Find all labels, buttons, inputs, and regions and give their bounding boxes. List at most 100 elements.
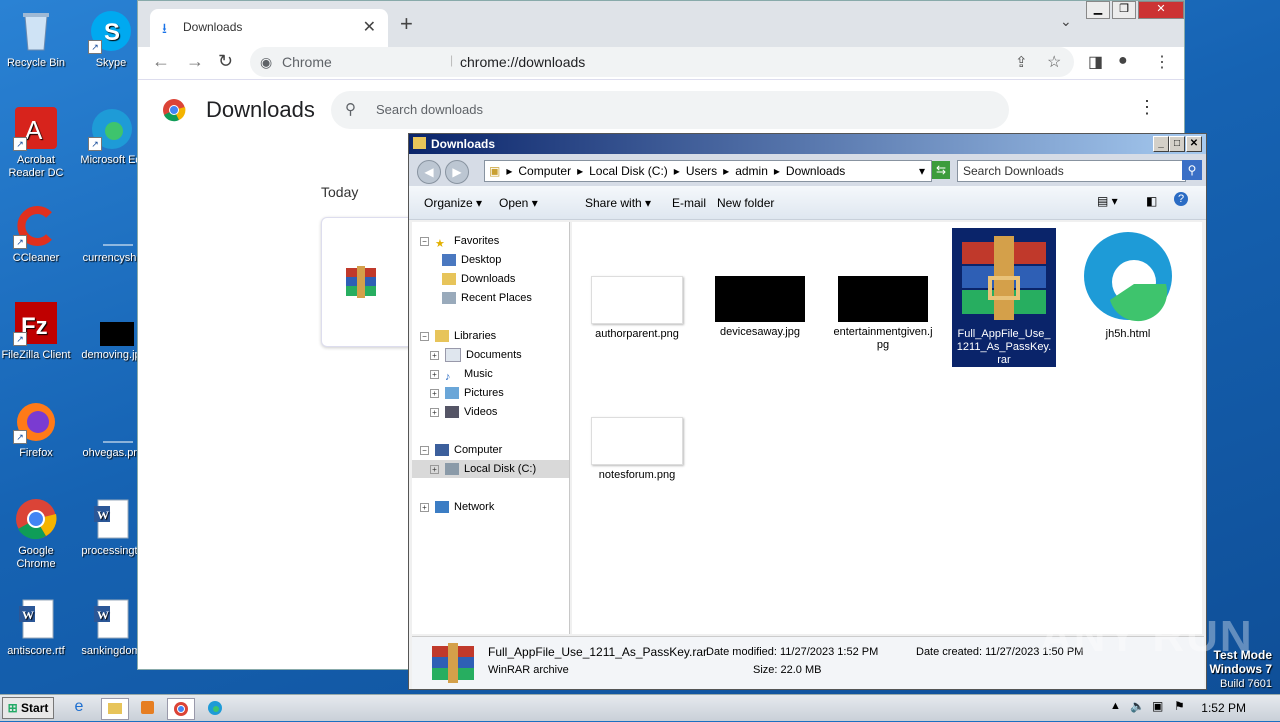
desktop-icon-ccleaner[interactable]: ↗ CCleaner	[0, 203, 72, 265]
nav-desktop[interactable]: Desktop	[442, 251, 501, 269]
open-button[interactable]: Open ▾	[499, 196, 538, 210]
view-options-icon[interactable]: ▤ ▾	[1097, 194, 1118, 208]
share-with-button[interactable]: Share with ▾	[585, 196, 651, 210]
tab-search-chevron-icon[interactable]: ⌄	[1060, 13, 1072, 30]
collapse-icon[interactable]: −	[420, 331, 429, 341]
nav-label: Downloads	[461, 273, 516, 285]
desktop-icon-firefox[interactable]: ↗ Firefox	[0, 398, 72, 460]
refresh-icon[interactable]: ⇆	[932, 161, 950, 179]
taskbar-clock[interactable]: 1:52 PM	[1201, 701, 1246, 715]
network-tray-icon[interactable]: ▣	[1152, 699, 1163, 713]
new-tab-button[interactable]: +	[400, 11, 413, 37]
downloads-more-icon[interactable]: ⋮	[1138, 97, 1156, 118]
profile-avatar-icon[interactable]: ●	[1118, 52, 1128, 70]
organize-button[interactable]: Organize ▾	[424, 196, 482, 210]
media-player-icon[interactable]	[136, 698, 158, 718]
omnibox[interactable]: ◉ Chrome | chrome://downloads ⇪ ☆	[250, 47, 1074, 77]
tab-downloads[interactable]: ⭳ Downloads ✕	[150, 9, 388, 47]
nav-documents[interactable]: + Documents	[430, 346, 522, 364]
file-item[interactable]: notesforum.png	[586, 417, 688, 482]
reload-icon[interactable]: ↻	[218, 51, 233, 72]
expand-icon[interactable]: +	[420, 502, 429, 512]
volume-icon[interactable]: 🔈	[1130, 699, 1145, 713]
breadcrumb-users[interactable]: Users	[686, 164, 717, 178]
close-button[interactable]: ✕	[1138, 1, 1184, 19]
close-button[interactable]: ✕	[1186, 136, 1202, 152]
details-filename: Full_AppFile_Use_1211_As_PassKey.rar	[488, 645, 708, 659]
help-icon[interactable]: ?	[1174, 192, 1188, 206]
word-document-icon: W	[88, 496, 134, 542]
nav-pictures[interactable]: + Pictures	[430, 384, 504, 402]
chevron-down-icon[interactable]: ▾	[919, 164, 925, 178]
side-panel-icon[interactable]: ◨	[1088, 52, 1103, 72]
forward-arrow-icon[interactable]: ▶	[445, 160, 469, 184]
minimize-button[interactable]: ▁	[1086, 1, 1110, 19]
nav-downloads[interactable]: Downloads	[442, 270, 515, 288]
file-item[interactable]: authorparent.png	[586, 276, 688, 341]
back-arrow-icon[interactable]: ←	[152, 51, 170, 72]
nav-recent-places[interactable]: Recent Places	[442, 289, 532, 307]
search-icon[interactable]: ⚲	[1182, 160, 1202, 180]
nav-libraries[interactable]: − Libraries	[420, 327, 496, 345]
expand-icon[interactable]: +	[430, 388, 439, 398]
search-downloads-field[interactable]: Search Downloads	[957, 160, 1186, 182]
chrome-tabstrip: ⭳ Downloads ✕ + ⌄ ▁ ❐ ✕	[138, 1, 1184, 47]
nav-videos[interactable]: + Videos	[430, 403, 497, 421]
new-folder-button[interactable]: New folder	[717, 196, 774, 210]
preview-pane-icon[interactable]: ◧	[1146, 194, 1157, 208]
chrome-menu-icon[interactable]: ⋮	[1154, 52, 1170, 72]
breadcrumb[interactable]: ▣ ▸ Computer ▸ Local Disk (C:) ▸ Users ▸…	[484, 160, 932, 182]
nav-music[interactable]: + ♪ Music	[430, 365, 493, 383]
expand-icon[interactable]: +	[430, 407, 439, 417]
desktop-icon-chrome[interactable]: Google Chrome	[0, 496, 72, 571]
chrome-taskbar-button[interactable]	[167, 698, 195, 720]
nav-local-disk[interactable]: + Local Disk (C:)	[412, 460, 569, 478]
explorer-taskbar-button[interactable]	[101, 698, 129, 720]
bookmark-star-icon[interactable]: ☆	[1047, 52, 1061, 72]
shortcut-arrow-icon: ↗	[88, 137, 102, 151]
tab-close-icon[interactable]: ✕	[363, 17, 376, 37]
show-hidden-icons[interactable]: ▲	[1110, 700, 1121, 712]
nav-network[interactable]: + Network	[420, 498, 494, 516]
breadcrumb-computer[interactable]: Computer	[518, 164, 571, 178]
breadcrumb-local-disk[interactable]: Local Disk (C:)	[589, 164, 668, 178]
file-item[interactable]: jh5h.html	[1077, 228, 1179, 341]
restore-button[interactable]: ❐	[1112, 1, 1136, 19]
documents-icon	[445, 348, 461, 363]
desktop-icon-antiscore[interactable]: W antiscore.rtf	[0, 596, 72, 658]
svg-text:W: W	[97, 608, 109, 622]
image-file-icon	[88, 398, 134, 444]
breadcrumb-admin[interactable]: admin	[735, 164, 768, 178]
nav-computer[interactable]: − Computer	[420, 441, 502, 459]
desktop-icon-filezilla[interactable]: Fz ↗ FileZilla Client	[0, 300, 72, 362]
action-center-flag-icon[interactable]: ⚑	[1174, 699, 1185, 713]
minimize-button[interactable]: _	[1153, 136, 1169, 152]
desktop-icon-acrobat[interactable]: A ↗ Acrobat Reader DC	[0, 105, 72, 180]
file-item[interactable]: devicesaway.jpg	[709, 276, 811, 339]
file-item-selected[interactable]: Full_AppFile_Use_1211_As_PassKey.rar	[952, 228, 1056, 367]
edge-taskbar-icon[interactable]	[204, 698, 226, 718]
collapse-icon[interactable]: −	[420, 445, 429, 455]
file-item[interactable]: entertainmentgiven.jpg	[832, 276, 934, 352]
maximize-button[interactable]: □	[1169, 136, 1185, 152]
expand-icon[interactable]: +	[430, 369, 439, 379]
collapse-icon[interactable]: −	[420, 236, 429, 246]
expand-icon[interactable]: +	[430, 464, 439, 474]
desktop-icon-recycle-bin[interactable]: Recycle Bin	[0, 8, 72, 70]
nav-label: Computer	[454, 444, 503, 456]
nav-favorites[interactable]: − ★ Favorites	[420, 232, 499, 250]
internet-explorer-icon[interactable]: e	[68, 698, 90, 718]
share-icon[interactable]: ⇪	[1015, 53, 1028, 71]
breadcrumb-downloads[interactable]: Downloads	[786, 164, 845, 178]
forward-arrow-icon[interactable]: →	[186, 51, 204, 72]
omnibox-url[interactable]: chrome://downloads	[460, 54, 585, 70]
start-button[interactable]: ⊞ Start	[2, 697, 54, 719]
back-arrow-icon[interactable]: ◀	[417, 160, 441, 184]
pictures-icon	[445, 387, 459, 400]
email-button[interactable]: E-mail	[672, 196, 706, 210]
search-downloads-input[interactable]: ⚲ Search downloads	[331, 91, 1009, 129]
expand-icon[interactable]: +	[430, 350, 439, 360]
videos-icon	[445, 406, 459, 419]
shortcut-arrow-icon: ↗	[13, 332, 27, 346]
star-icon: ★	[435, 238, 445, 251]
